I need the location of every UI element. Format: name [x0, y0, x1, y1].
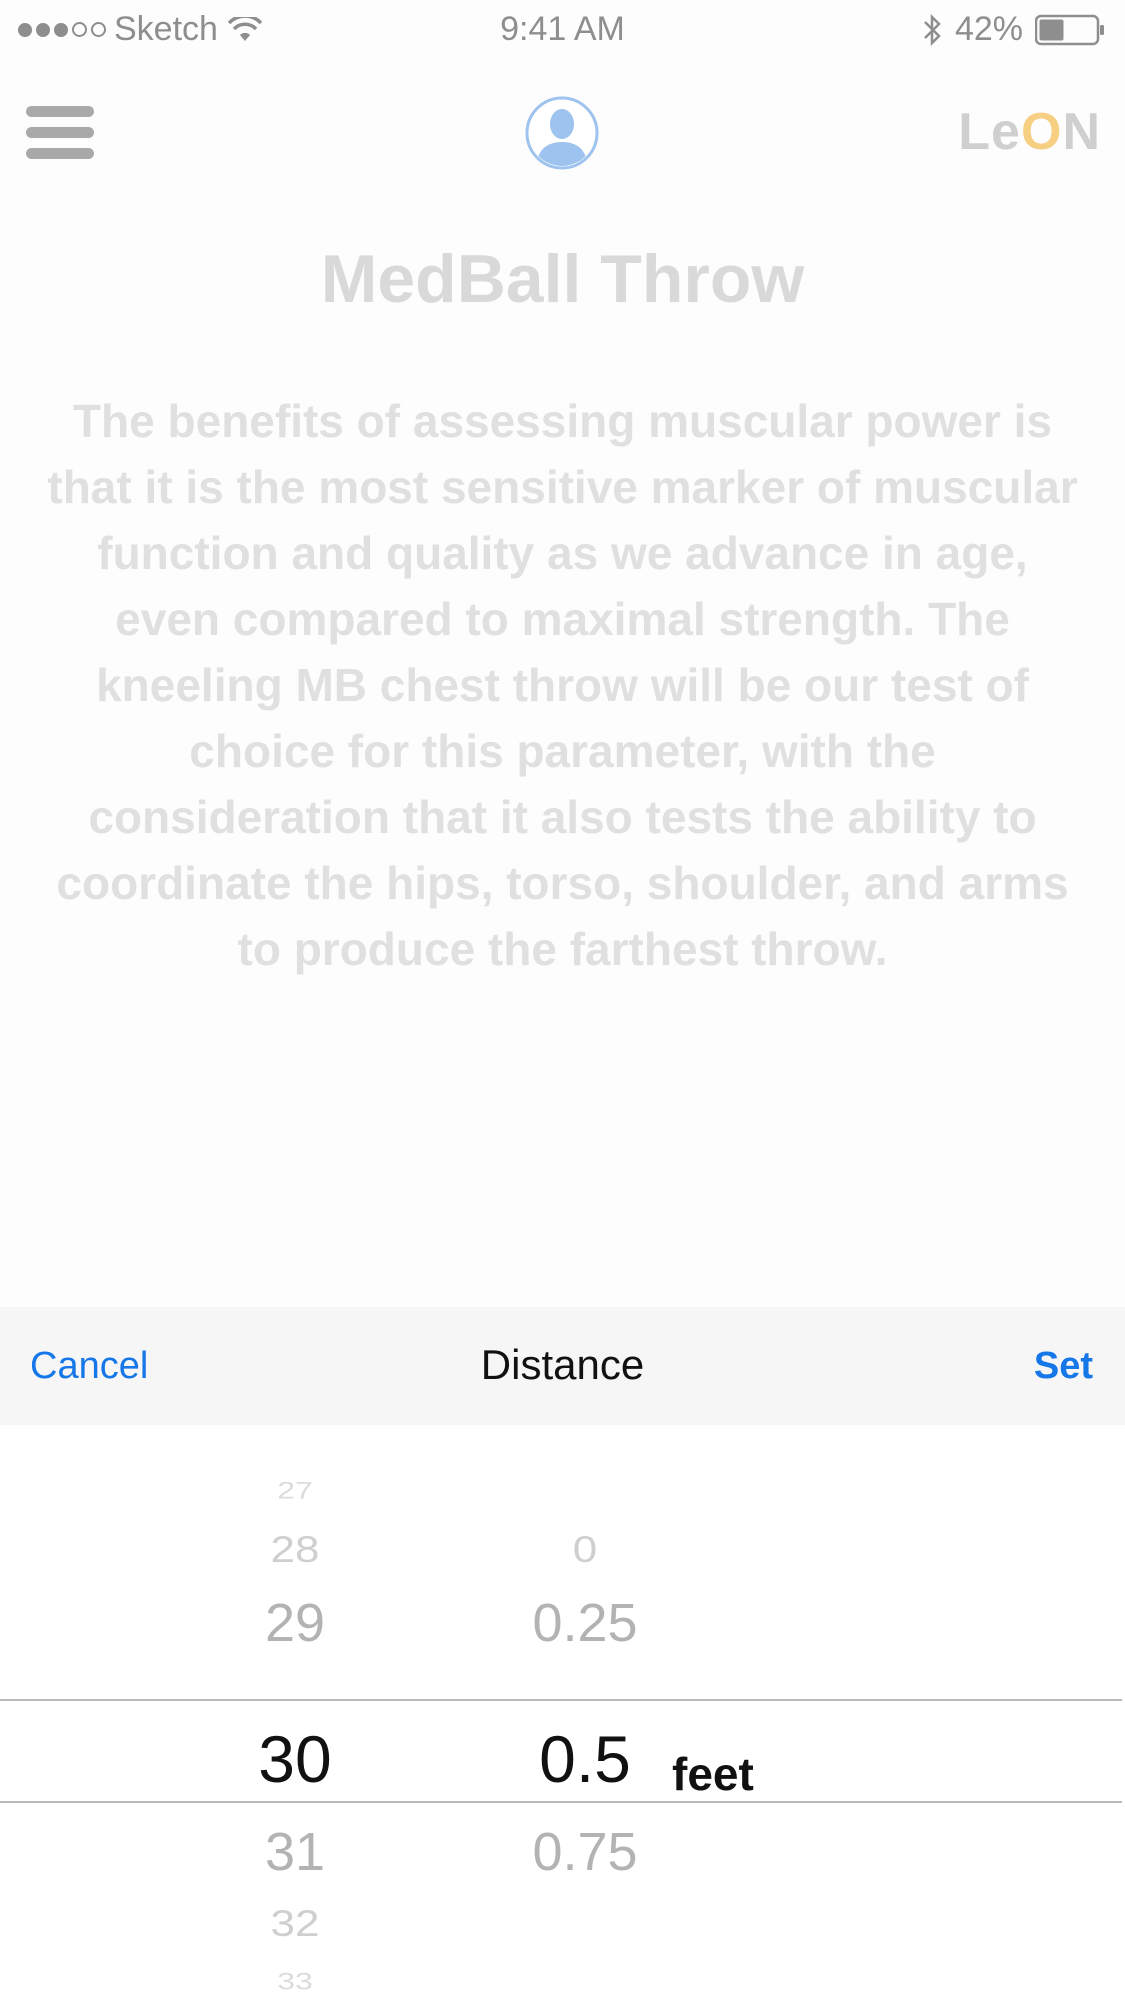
user-avatar-icon[interactable] — [525, 96, 599, 170]
screen: Sketch 9:41 AM 42% LeON MedBall Throw Th… — [0, 0, 1125, 2001]
status-bar: Sketch 9:41 AM 42% — [0, 0, 1125, 60]
picker-toolbar: Cancel Distance Set — [0, 1307, 1125, 1425]
feet-option[interactable]: 29 — [200, 1592, 390, 1654]
fraction-option[interactable]: 0.25 — [480, 1592, 690, 1654]
selection-line-bottom — [0, 1801, 1122, 1803]
status-right: 42% — [921, 10, 1105, 49]
fraction-option[interactable]: 0.75 — [480, 1821, 690, 1883]
feet-option[interactable]: 28 — [200, 1529, 390, 1572]
page-title: MedBall Throw — [320, 241, 805, 317]
feet-option[interactable]: 32 — [200, 1903, 390, 1946]
nav-bar: LeON — [0, 60, 1125, 210]
set-button[interactable]: Set — [1034, 1345, 1093, 1388]
exercise-description: The benefits of assessing muscular power… — [47, 395, 1078, 975]
feet-option[interactable]: 31 — [200, 1821, 390, 1883]
feet-option[interactable]: 33 — [200, 1968, 390, 1996]
selection-line-top — [0, 1699, 1122, 1701]
distance-picker[interactable]: 27 28 29 30 31 32 33 0 0.25 0.5 0.75 fee… — [0, 1425, 1125, 2001]
fraction-option-selected[interactable]: 0.5 — [480, 1721, 690, 1797]
feet-option[interactable]: 27 — [200, 1477, 390, 1505]
brand-logo: LeON — [958, 102, 1101, 162]
hamburger-menu-icon[interactable] — [26, 106, 94, 162]
bluetooth-icon — [924, 13, 941, 46]
battery-percent: 42% — [954, 10, 1023, 48]
brand-logo-accent: O — [1020, 103, 1063, 161]
picker-title: Distance — [480, 1341, 645, 1388]
feet-option-selected[interactable]: 30 — [200, 1721, 390, 1797]
brand-logo-part2: N — [1062, 103, 1101, 161]
fraction-option[interactable]: 0 — [480, 1529, 690, 1572]
brand-logo-part1: Le — [958, 103, 1021, 161]
battery-icon — [1035, 14, 1104, 45]
unit-label: feet — [672, 1748, 754, 1800]
